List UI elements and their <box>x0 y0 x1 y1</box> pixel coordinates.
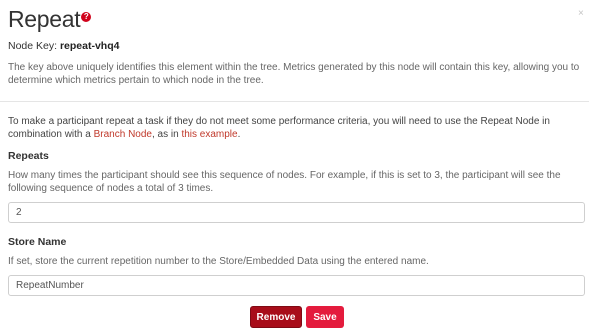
intro-text: To make a participant repeat a task if t… <box>8 115 582 141</box>
dialog-title: Repeat <box>8 6 81 32</box>
example-link[interactable]: this example <box>181 129 237 140</box>
intro-text-part-1: To make a participant repeat a task if t… <box>8 116 550 140</box>
close-icon[interactable]: × <box>578 8 584 19</box>
store-name-input[interactable] <box>8 275 585 296</box>
repeats-help: How many times the participant should se… <box>8 170 561 194</box>
dialog-header: Repeat? <box>8 6 92 33</box>
repeats-input[interactable] <box>8 202 585 223</box>
repeat-node-dialog: Repeat? × Node Key: repeat-vhq4 The key … <box>0 0 589 333</box>
section-divider <box>0 101 589 102</box>
node-key-value: repeat-vhq4 <box>59 40 120 52</box>
node-key: Node Key: repeat-vhq4 <box>8 40 119 52</box>
store-name-label: Store Name <box>8 236 67 248</box>
intro-text-part-3: . <box>237 129 241 140</box>
question-circle-icon[interactable]: ? <box>81 12 92 22</box>
node-key-label: Node Key: <box>8 40 58 52</box>
remove-button[interactable]: Remove <box>250 306 302 328</box>
repeats-label: Repeats <box>8 150 49 162</box>
intro-text-part-2: , as in <box>151 129 182 140</box>
node-key-description: The key above uniquely identifies this e… <box>8 62 580 86</box>
save-button[interactable]: Save <box>306 306 344 328</box>
store-name-help: If set, store the current repetition num… <box>8 256 429 267</box>
branch-node-link[interactable]: Branch Node <box>94 129 152 140</box>
